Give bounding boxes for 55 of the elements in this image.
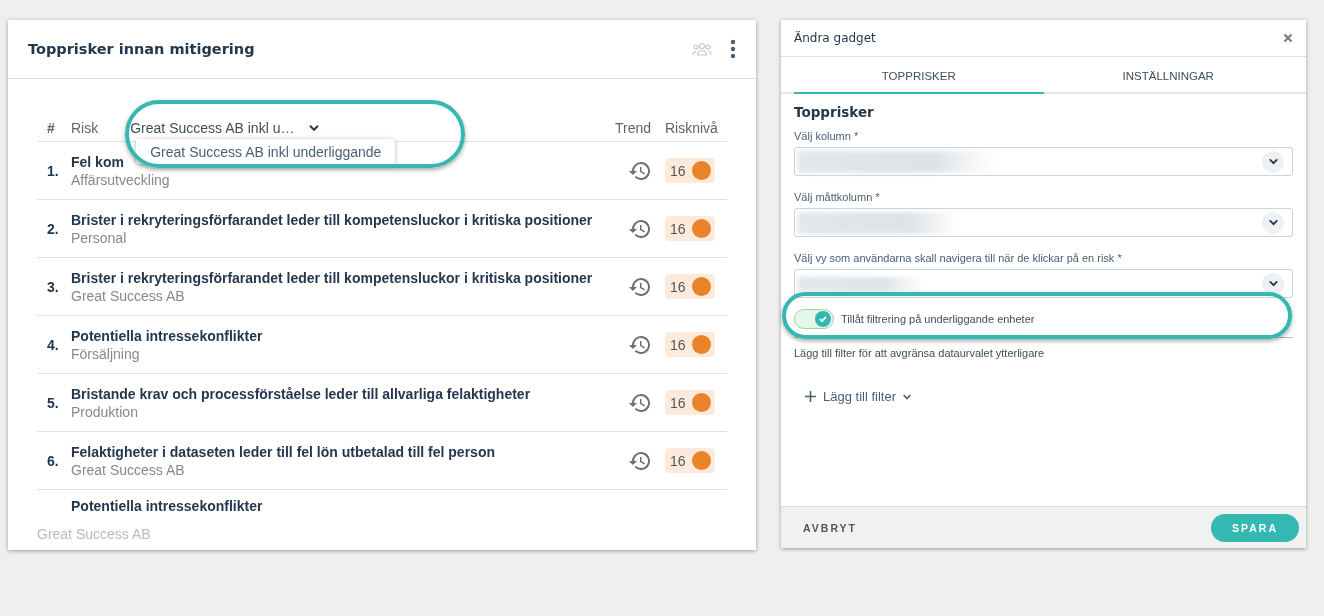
risk-unit: Great Success AB <box>71 287 186 304</box>
plus-icon <box>804 390 817 403</box>
risk-unit: Affärsutveckling <box>71 171 171 188</box>
column-header: # <box>46 120 56 136</box>
tab[interactable]: INSTÄLLNINGAR <box>1043 57 1293 94</box>
tab[interactable]: TOPPRISKER <box>794 57 1044 94</box>
close-icon[interactable] <box>1283 33 1293 43</box>
field-label: Välj måttkolumn * <box>794 191 881 203</box>
row-number: 2. <box>46 220 60 237</box>
risk-unit: Produktion <box>71 403 139 420</box>
risk-title[interactable]: Bristande krav och processförståelse leder till allvarliga felaktigheter <box>71 385 615 402</box>
risk-title[interactable]: Felaktigheter i dataseten leder till fel lön utbetalad till fel person <box>71 443 615 460</box>
row-number: 1. <box>46 162 60 179</box>
field-label: Välj vy som användarna skall navigera till när de klickar på en risk * <box>794 252 1123 264</box>
widget-title: Topprisker innan mitigering <box>28 41 256 57</box>
risk-title[interactable]: Potentiella intressekonflikter <box>71 327 615 344</box>
select-field[interactable] <box>794 147 1293 176</box>
column-header: Risk <box>71 120 99 136</box>
row-number: 3. <box>46 278 60 295</box>
add-filter-button[interactable]: Lägg till filter <box>804 389 912 404</box>
risk-level-badge: 16 <box>665 158 715 183</box>
row-number: 6. <box>46 452 60 469</box>
cancel-button[interactable]: AVBRYT <box>803 521 857 534</box>
panel-title: Ändra gadget <box>794 31 876 45</box>
column-header: Trend <box>615 120 653 136</box>
chevron-down-icon <box>1267 217 1279 228</box>
row-number: 5. <box>46 394 60 411</box>
unit-filter-dropdown[interactable]: Great Success AB inkl u… <box>130 119 295 137</box>
field-label: Välj kolumn * <box>794 130 860 142</box>
risk-unit: Personal <box>71 229 128 246</box>
risk-unit: Försäljning <box>71 345 141 362</box>
risk-level-badge: 16 <box>665 390 715 415</box>
chevron-down-icon <box>308 122 321 134</box>
chevron-down-icon <box>1267 278 1279 289</box>
select-field[interactable] <box>794 208 1293 237</box>
chevron-down-icon <box>1267 156 1279 167</box>
widget-footer-text: Great Success AB <box>37 526 151 542</box>
dropdown-option[interactable]: Great Success AB inkl underliggande <box>150 143 382 160</box>
toggle-label: Tillåt filtrering på underliggande enheter <box>841 313 1035 325</box>
risk-unit: Great Success AB <box>71 461 186 478</box>
risk-level-badge: 16 <box>665 448 715 473</box>
section-title: Topprisker <box>794 104 875 120</box>
risk-level-badge: 16 <box>665 274 715 299</box>
risk-title[interactable]: Brister i rekryteringsförfarandet leder till kompetensluckor i kritiska positioner <box>71 211 615 228</box>
risk-title[interactable]: Brister i rekryteringsförfarandet leder till kompetensluckor i kritiska positioner <box>71 269 615 286</box>
filter-hint: Lägg till filter för att avgränsa dataurvalet ytterligare <box>794 347 1046 359</box>
more-menu-icon[interactable] <box>730 39 736 59</box>
check-icon <box>818 314 828 324</box>
risk-title[interactable]: Potentiella intressekonflikter <box>71 498 615 514</box>
row-number: 4. <box>46 336 60 353</box>
risk-level-badge: 16 <box>665 216 715 241</box>
select-field[interactable] <box>794 269 1293 298</box>
column-header: Risknivå <box>665 120 719 136</box>
risk-level-badge: 16 <box>665 332 715 357</box>
toggle-switch[interactable] <box>794 309 834 329</box>
